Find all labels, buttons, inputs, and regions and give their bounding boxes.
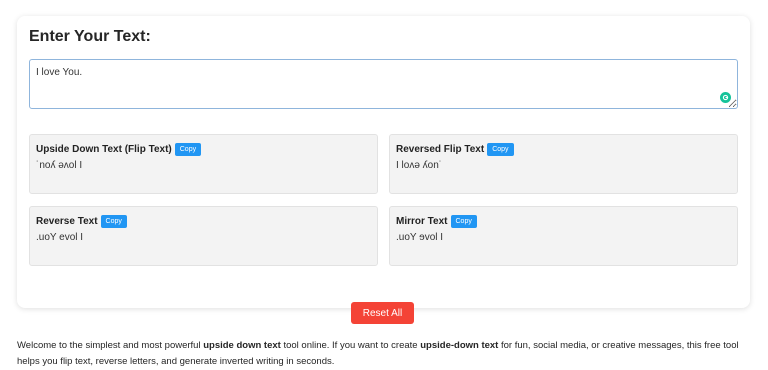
- grammarly-icon[interactable]: [720, 92, 731, 103]
- result-box-reverse: Reverse Text Copy .uoY evol I: [29, 206, 378, 266]
- result-label: Mirror Text Copy: [396, 215, 477, 228]
- description-bold: upside-down text: [420, 340, 499, 351]
- result-output: I loʌǝ ʎon˙: [396, 160, 443, 171]
- result-label: Reversed Flip Text Copy: [396, 143, 514, 156]
- copy-mirror-button[interactable]: Copy: [450, 215, 477, 228]
- result-box-mirror: Mirror Text Copy .uoY ɘvol I: [389, 206, 738, 266]
- description-text: tool online. If you want to create: [280, 340, 421, 351]
- text-tool-card: Enter Your Text: Upside Down Text (Flip …: [17, 16, 750, 324]
- description-text: Welcome to the simplest and most powerfu…: [17, 340, 204, 351]
- result-label: Upside Down Text (Flip Text) Copy: [36, 143, 202, 156]
- reset-all-button[interactable]: Reset All: [351, 302, 414, 324]
- copy-reverse-button[interactable]: Copy: [100, 215, 127, 228]
- result-output: ˙noʎ ǝʌol I: [36, 160, 83, 171]
- result-title: Upside Down Text (Flip Text): [36, 144, 172, 155]
- description-bold: upside down text: [203, 340, 281, 351]
- copy-reversed-flip-button[interactable]: Copy: [487, 143, 514, 156]
- result-box-reversed-flip: Reversed Flip Text Copy I loʌǝ ʎon˙: [389, 134, 738, 194]
- result-output: .uoY ɘvol I: [396, 232, 444, 243]
- text-input[interactable]: [29, 59, 738, 109]
- result-label: Reverse Text Copy: [36, 215, 127, 228]
- result-box-upside-down: Upside Down Text (Flip Text) Copy ˙noʎ ǝ…: [29, 134, 378, 194]
- result-title: Reverse Text: [36, 216, 98, 227]
- description-paragraph: Welcome to the simplest and most powerfu…: [17, 338, 752, 370]
- result-output: .uoY evol I: [36, 232, 84, 243]
- text-input-wrapper: [29, 59, 738, 109]
- result-title: Reversed Flip Text: [396, 144, 485, 155]
- result-title: Mirror Text: [396, 216, 448, 227]
- page-title: Enter Your Text:: [29, 28, 151, 45]
- copy-upside-down-button[interactable]: Copy: [174, 143, 202, 156]
